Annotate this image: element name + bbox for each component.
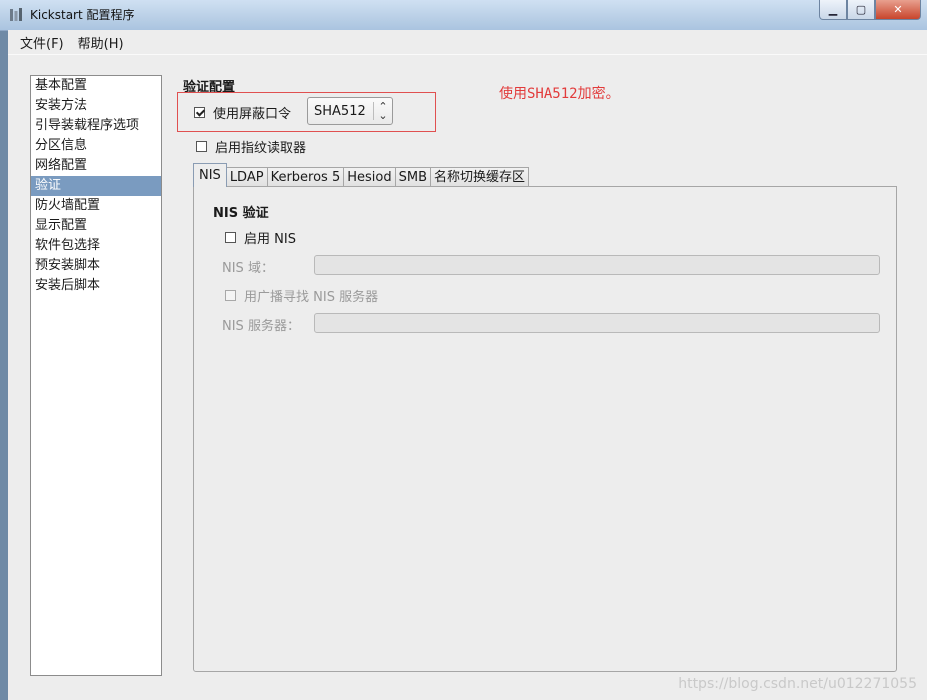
nis-server-label: NIS 服务器： — [222, 319, 300, 334]
shadow-password-checkbox[interactable] — [194, 107, 205, 118]
nis-enable-checkbox[interactable] — [225, 232, 236, 243]
nis-enable-label[interactable]: 启用 NIS — [244, 228, 296, 247]
sidebar-item-packages[interactable]: 软件包选择 — [31, 236, 161, 256]
nis-tab-panel: NIS 验证 启用 NIS NIS 域： 用广播寻找 NIS 服务器 NIS 服… — [193, 186, 897, 672]
fingerprint-label[interactable]: 启用指纹读取器 — [215, 137, 306, 156]
annotation-note: 使用SHA512加密。 — [499, 86, 620, 102]
maximize-button[interactable]: ▢ — [847, 0, 875, 20]
tab-name-switch-cache[interactable]: 名称切换缓存区 — [430, 167, 530, 187]
close-button[interactable]: ✕ — [875, 0, 921, 20]
tab-nis[interactable]: NIS — [193, 163, 227, 187]
nis-broadcast-label[interactable]: 用广播寻找 NIS 服务器 — [244, 286, 378, 305]
sidebar-item-basic[interactable]: 基本配置 — [31, 76, 161, 96]
category-list: 基本配置 安装方法 引导装载程序选项 分区信息 网络配置 验证 防火墙配置 显示… — [30, 75, 162, 676]
window-client-area: 文件(F) 帮助(H) 基本配置 安装方法 引导装载程序选项 分区信息 网络配置… — [8, 30, 927, 700]
sidebar-item-post-script[interactable]: 安装后脚本 — [31, 276, 161, 296]
nis-heading: NIS 验证 — [213, 206, 269, 221]
hash-algorithm-select[interactable]: SHA512 ⌃ ⌄ — [307, 97, 393, 125]
nis-domain-label: NIS 域： — [222, 261, 274, 276]
menu-divider — [8, 54, 927, 55]
kickstart-app-icon — [10, 8, 22, 21]
fingerprint-checkbox[interactable] — [196, 141, 207, 152]
sidebar-item-auth[interactable]: 验证 — [31, 176, 161, 196]
nis-broadcast-checkbox[interactable] — [225, 290, 236, 301]
sidebar-item-network[interactable]: 网络配置 — [31, 156, 161, 176]
sidebar-item-firewall[interactable]: 防火墙配置 — [31, 196, 161, 216]
sidebar-item-partition[interactable]: 分区信息 — [31, 136, 161, 156]
title-bar: Kickstart 配置程序 ▁ ▢ ✕ — [0, 0, 927, 31]
tab-smb[interactable]: SMB — [394, 167, 432, 187]
nis-server-input[interactable] — [314, 313, 880, 333]
window-controls: ▁ ▢ ✕ — [819, 0, 921, 20]
nis-enable-row: 启用 NIS — [225, 228, 296, 247]
sidebar-item-pre-script[interactable]: 预安装脚本 — [31, 256, 161, 276]
shadow-password-label[interactable]: 使用屏蔽口令 — [213, 103, 291, 122]
tab-ldap[interactable]: LDAP — [225, 167, 268, 187]
watermark-text: https://blog.csdn.net/u012271055 — [678, 676, 917, 692]
sidebar-item-install-method[interactable]: 安装方法 — [31, 96, 161, 116]
nis-domain-input[interactable] — [314, 255, 880, 275]
sidebar-item-display[interactable]: 显示配置 — [31, 216, 161, 236]
auth-tabs: NIS LDAP Kerberos 5 Hesiod SMB 名称切换缓存区 — [193, 163, 530, 187]
window-title: Kickstart 配置程序 — [30, 8, 135, 22]
hash-algorithm-value: SHA512 — [314, 103, 366, 119]
fingerprint-row: 启用指纹读取器 — [196, 137, 306, 156]
tab-kerberos[interactable]: Kerberos 5 — [266, 167, 345, 187]
sidebar-item-bootloader[interactable]: 引导装载程序选项 — [31, 116, 161, 136]
updown-chevron-icon: ⌃ ⌄ — [378, 100, 388, 122]
menu-bar: 文件(F) 帮助(H) — [8, 30, 927, 55]
menu-file[interactable]: 文件(F) — [14, 31, 70, 54]
nis-broadcast-row: 用广播寻找 NIS 服务器 — [225, 286, 378, 305]
close-icon: ✕ — [893, 3, 903, 16]
menu-help[interactable]: 帮助(H) — [72, 31, 130, 54]
maximize-icon: ▢ — [855, 3, 867, 16]
minimize-icon: ▁ — [828, 3, 838, 16]
minimize-button[interactable]: ▁ — [819, 0, 847, 20]
tab-hesiod[interactable]: Hesiod — [343, 167, 396, 187]
shadow-password-row: 使用屏蔽口令 — [194, 103, 291, 122]
